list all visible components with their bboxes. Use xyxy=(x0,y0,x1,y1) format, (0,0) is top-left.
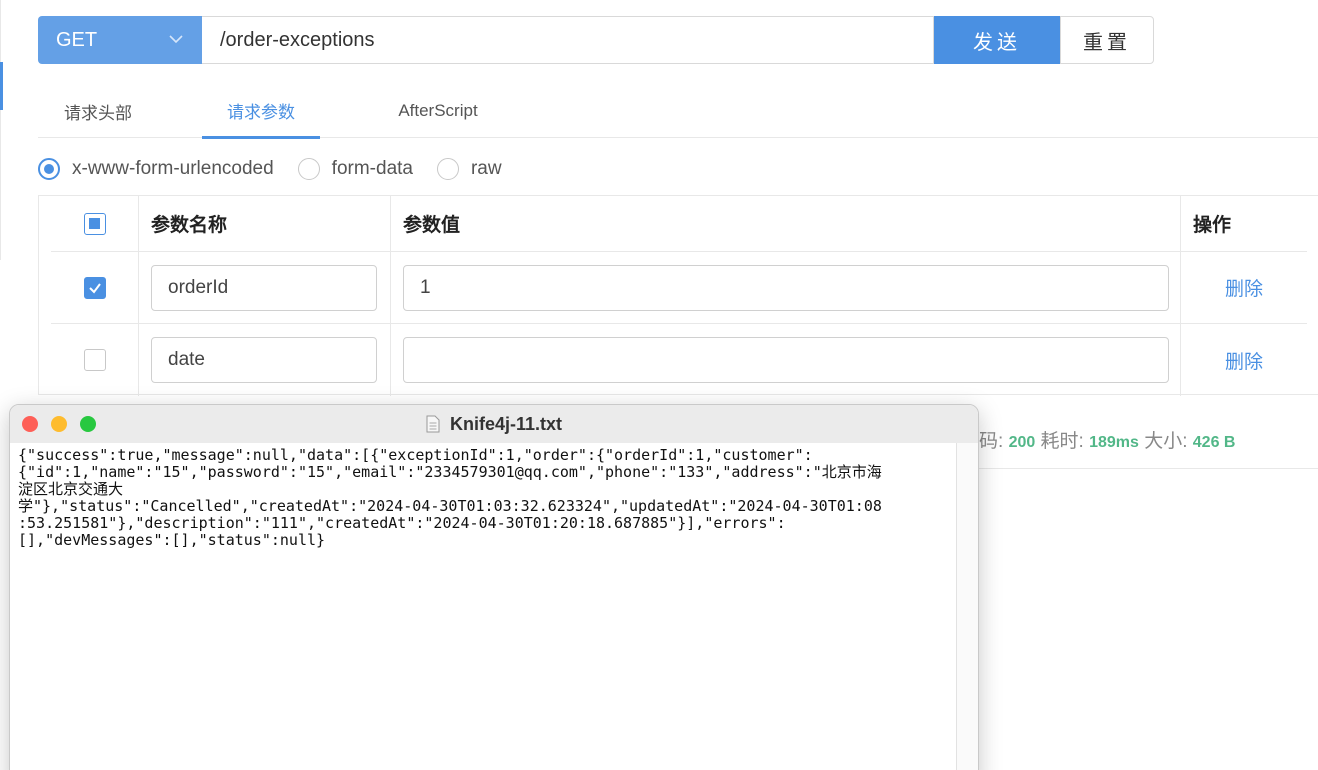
param-value-input[interactable] xyxy=(403,337,1169,383)
status-code: 200 xyxy=(1008,434,1036,451)
method-select[interactable]: GET xyxy=(38,16,202,64)
radio-raw-label[interactable]: raw xyxy=(471,158,502,180)
param-name-input[interactable]: date xyxy=(151,337,377,383)
window-title-text: Knife4j-11.txt xyxy=(449,413,563,434)
left-border xyxy=(0,0,1,260)
method-value: GET xyxy=(56,28,98,51)
radio-urlencoded-label[interactable]: x-www-form-urlencoded xyxy=(72,158,274,180)
size-label: 大小: xyxy=(1144,431,1188,452)
request-tabs: 请求头部 请求参数 AfterScript xyxy=(38,84,1318,139)
radio-raw[interactable] xyxy=(436,158,459,180)
row-checkbox[interactable] xyxy=(83,349,106,371)
row-checkbox[interactable] xyxy=(83,276,106,299)
text-editor-window: Knife4j-11.txt {"success":true,"message"… xyxy=(9,404,979,770)
params-table: 参数名称 参数值 操作 orderId 1 删除 date 删除 xyxy=(38,195,1318,396)
response-meta: 应码: 200 耗时: 189ms 大小: 426 B xyxy=(960,426,1235,453)
table-row: date 删除 xyxy=(51,324,1307,396)
tab-headers[interactable]: 请求头部 xyxy=(38,84,158,138)
param-value-input[interactable]: 1 xyxy=(403,264,1169,311)
nav-active-indicator xyxy=(0,62,3,110)
window-title: Knife4j-11.txt xyxy=(426,414,562,435)
time-label: 耗时: xyxy=(1040,431,1084,452)
radio-urlencoded[interactable] xyxy=(38,158,60,180)
delete-link[interactable]: 删除 xyxy=(1225,347,1263,374)
checkmark-icon xyxy=(88,282,101,294)
scrollbar[interactable] xyxy=(956,443,978,770)
param-name-input[interactable]: orderId xyxy=(151,264,377,311)
table-row: orderId 1 删除 xyxy=(51,252,1307,324)
request-bar: GET /order-exceptions 发送 重置 xyxy=(38,16,1154,64)
tab-afterscript[interactable]: AfterScript xyxy=(378,84,498,138)
zoom-window-button[interactable] xyxy=(80,416,96,432)
text-content[interactable]: {"success":true,"message":null,"data":[{… xyxy=(10,443,956,770)
table-header-row: 参数名称 参数值 操作 xyxy=(51,196,1307,252)
document-icon xyxy=(426,415,440,433)
url-input[interactable]: /order-exceptions xyxy=(202,16,934,64)
minimize-window-button[interactable] xyxy=(51,416,67,432)
header-param-value: 参数值 xyxy=(391,196,1181,251)
body-type-group: x-www-form-urlencoded form-data raw xyxy=(38,154,526,184)
tab-params[interactable]: 请求参数 xyxy=(202,84,320,139)
header-param-name: 参数名称 xyxy=(139,196,391,251)
response-time: 189ms xyxy=(1089,434,1139,451)
response-divider xyxy=(960,468,1318,469)
header-action: 操作 xyxy=(1193,215,1232,236)
response-size: 426 B xyxy=(1192,434,1236,451)
radio-form-data-label[interactable]: form-data xyxy=(332,158,413,180)
send-button[interactable]: 发送 xyxy=(934,16,1060,64)
delete-link[interactable]: 删除 xyxy=(1225,274,1263,301)
chevron-down-icon xyxy=(169,35,183,44)
close-window-button[interactable] xyxy=(22,416,38,432)
radio-form-data[interactable] xyxy=(297,158,320,180)
select-all-checkbox[interactable] xyxy=(83,212,106,235)
reset-button[interactable]: 重置 xyxy=(1060,16,1154,64)
window-titlebar[interactable]: Knife4j-11.txt xyxy=(10,405,978,443)
